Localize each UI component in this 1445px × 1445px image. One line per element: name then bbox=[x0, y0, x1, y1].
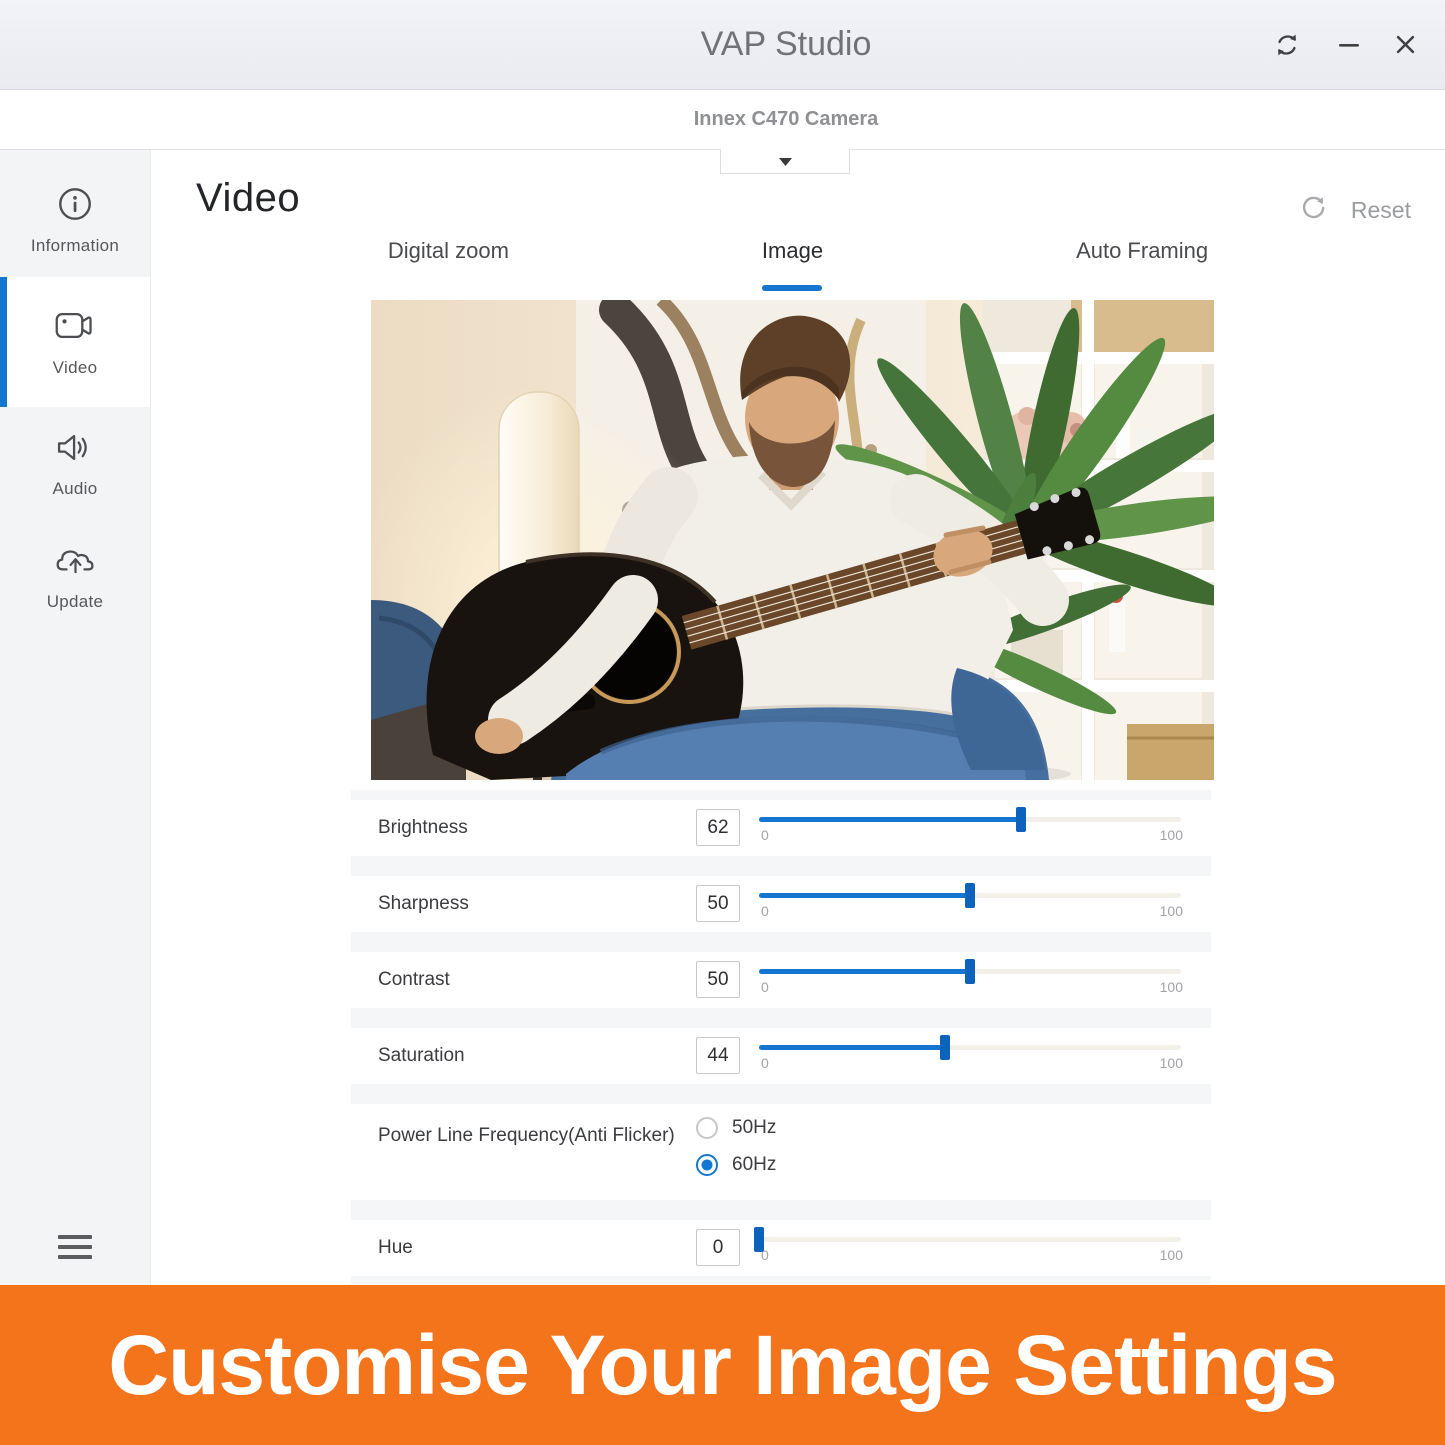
slider-track[interactable] bbox=[759, 1045, 1181, 1050]
slider-handle[interactable] bbox=[1016, 807, 1026, 832]
page-title: Video bbox=[196, 176, 300, 221]
refresh-icon[interactable] bbox=[1272, 30, 1302, 60]
radio-option-label: 50Hz bbox=[732, 1117, 776, 1139]
hue-slider[interactable]: 0 100 bbox=[759, 1220, 1183, 1276]
active-tab-underline bbox=[418, 285, 478, 291]
wooden-box bbox=[1127, 724, 1214, 780]
reset-label: Reset bbox=[1351, 197, 1411, 224]
sidebar-item-update[interactable]: Update bbox=[0, 520, 150, 633]
chevron-down-icon bbox=[779, 153, 792, 171]
reset-button[interactable]: Reset bbox=[1300, 194, 1411, 227]
device-bar: Innex C470 Camera bbox=[0, 90, 1445, 150]
marketing-banner: Customise Your Image Settings bbox=[0, 1285, 1445, 1445]
window-controls bbox=[1272, 0, 1415, 89]
cloud-upload-icon bbox=[55, 541, 96, 579]
setting-row-contrast: Contrast 50 0 100 bbox=[351, 952, 1211, 1008]
sidebar-item-label: Video bbox=[53, 358, 98, 378]
title-bar: VAP Studio bbox=[0, 0, 1445, 90]
hamburger-icon[interactable] bbox=[58, 1235, 92, 1259]
contrast-value-input[interactable]: 50 bbox=[696, 961, 740, 998]
slider-handle[interactable] bbox=[940, 1035, 950, 1060]
brightness-slider[interactable]: 0 100 bbox=[759, 800, 1183, 856]
sidebar-item-label: Information bbox=[31, 236, 119, 256]
contrast-slider[interactable]: 0 100 bbox=[759, 952, 1183, 1008]
radio-option-50hz[interactable]: 50Hz bbox=[696, 1117, 776, 1139]
tab-image[interactable]: Image bbox=[762, 238, 823, 291]
radio-option-60hz[interactable]: 60Hz bbox=[696, 1154, 776, 1176]
sidebar: Information Video Audio Update bbox=[0, 150, 151, 1285]
tab-label: Auto Framing bbox=[1076, 238, 1208, 264]
sidebar-item-label: Update bbox=[47, 592, 104, 612]
slider-fill bbox=[759, 969, 970, 974]
sharpness-slider[interactable]: 0 100 bbox=[759, 876, 1183, 932]
device-name: Innex C470 Camera bbox=[150, 90, 1422, 149]
slider-fill bbox=[759, 817, 1021, 822]
tab-digital-zoom[interactable]: Digital zoom bbox=[388, 238, 509, 291]
speaker-icon bbox=[55, 428, 95, 466]
slider-handle[interactable] bbox=[965, 883, 975, 908]
radio-button-icon[interactable] bbox=[696, 1154, 718, 1176]
setting-row-saturation: Saturation 44 0 100 bbox=[351, 1028, 1211, 1084]
slider-track[interactable] bbox=[759, 817, 1181, 822]
minimize-icon[interactable] bbox=[1338, 35, 1360, 55]
slider-min-label: 0 bbox=[761, 827, 769, 843]
saturation-value-input[interactable]: 44 bbox=[696, 1037, 740, 1074]
setting-label: Sharpness bbox=[378, 893, 469, 915]
device-selector-expander[interactable] bbox=[720, 149, 850, 174]
setting-label: Power Line Frequency(Anti Flicker) bbox=[378, 1125, 675, 1147]
radio-option-label: 60Hz bbox=[732, 1154, 776, 1176]
slider-max-label: 100 bbox=[1160, 1247, 1183, 1263]
setting-row-hue: Hue 0 0 100 bbox=[351, 1220, 1211, 1276]
app-window: VAP Studio Innex C470 Camera bbox=[0, 0, 1445, 1445]
app-title: VAP Studio bbox=[150, 0, 1422, 89]
tab-auto-framing[interactable]: Auto Framing bbox=[1076, 238, 1208, 291]
setting-label: Saturation bbox=[378, 1045, 465, 1067]
slider-max-label: 100 bbox=[1160, 903, 1183, 919]
setting-label: Brightness bbox=[378, 817, 468, 839]
banner-text: Customise Your Image Settings bbox=[108, 1317, 1336, 1414]
sidebar-item-label: Audio bbox=[53, 479, 98, 499]
setting-label: Contrast bbox=[378, 969, 450, 991]
reset-icon bbox=[1300, 194, 1327, 227]
slider-track[interactable] bbox=[759, 893, 1181, 898]
tab-label: Digital zoom bbox=[388, 238, 509, 264]
slider-min-label: 0 bbox=[761, 1247, 769, 1263]
setting-row-power-line-frequency-anti-flicker: Power Line Frequency(Anti Flicker) 50Hz … bbox=[351, 1104, 1211, 1200]
sidebar-item-video[interactable]: Video bbox=[0, 277, 150, 407]
active-tab-underline bbox=[762, 285, 822, 291]
sidebar-item-audio[interactable]: Audio bbox=[0, 407, 150, 520]
slider-max-label: 100 bbox=[1160, 1055, 1183, 1071]
slider-min-label: 0 bbox=[761, 903, 769, 919]
info-icon bbox=[56, 185, 94, 223]
close-icon[interactable] bbox=[1396, 35, 1415, 54]
radio-group: 50Hz 60Hz bbox=[696, 1117, 776, 1176]
slider-track[interactable] bbox=[759, 969, 1181, 974]
slider-handle[interactable] bbox=[965, 959, 975, 984]
brightness-value-input[interactable]: 62 bbox=[696, 809, 740, 846]
tab-bar: Digital zoom Image Auto Framing bbox=[151, 238, 1445, 291]
hue-value-input[interactable]: 0 bbox=[696, 1229, 740, 1266]
setting-label: Hue bbox=[378, 1237, 413, 1259]
slider-fill bbox=[759, 893, 970, 898]
image-settings-panel: Brightness 62 0 100 Sharpness 50 bbox=[351, 790, 1211, 1284]
slider-track[interactable] bbox=[759, 1237, 1181, 1242]
camera-preview bbox=[371, 300, 1214, 780]
active-tab-underline bbox=[1112, 285, 1172, 291]
main-panel: Video Reset Digital zoom Image Auto Fram… bbox=[151, 150, 1445, 1285]
slider-min-label: 0 bbox=[761, 1055, 769, 1071]
saturation-slider[interactable]: 0 100 bbox=[759, 1028, 1183, 1084]
preview-illustration bbox=[371, 300, 1214, 780]
setting-row-sharpness: Sharpness 50 0 100 bbox=[351, 876, 1211, 932]
sharpness-value-input[interactable]: 50 bbox=[696, 885, 740, 922]
sidebar-item-information[interactable]: Information bbox=[0, 164, 150, 277]
radio-button-icon[interactable] bbox=[696, 1117, 718, 1139]
slider-max-label: 100 bbox=[1160, 979, 1183, 995]
video-camera-icon bbox=[54, 307, 96, 345]
slider-max-label: 100 bbox=[1160, 827, 1183, 843]
slider-min-label: 0 bbox=[761, 979, 769, 995]
tab-label: Image bbox=[762, 238, 823, 264]
setting-row-brightness: Brightness 62 0 100 bbox=[351, 800, 1211, 856]
slider-fill bbox=[759, 1045, 945, 1050]
